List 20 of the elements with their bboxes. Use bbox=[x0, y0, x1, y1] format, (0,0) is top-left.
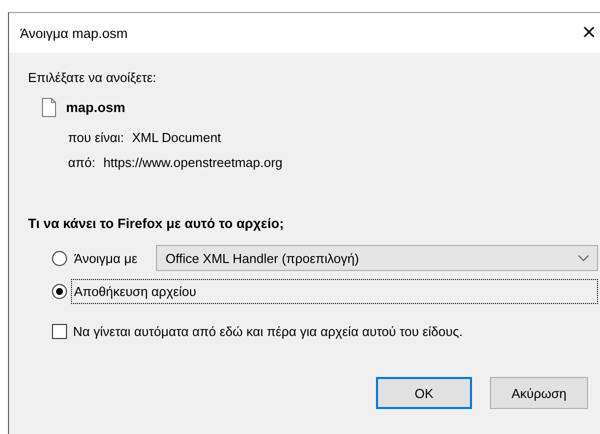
chevron-down-icon bbox=[578, 254, 589, 262]
file-icon bbox=[42, 98, 56, 117]
ok-button[interactable]: OK bbox=[376, 377, 472, 409]
intro-text: Επιλέξατε να ανοίξετε: bbox=[28, 70, 158, 85]
checkbox[interactable] bbox=[52, 324, 67, 339]
detail-value: https://www.openstreetmap.org bbox=[103, 155, 283, 170]
detail-label: που είναι: bbox=[68, 130, 124, 145]
radio-button[interactable] bbox=[52, 250, 67, 266]
cancel-button[interactable]: Ακύρωση bbox=[490, 377, 588, 409]
option-label[interactable]: Άνοιγμα με bbox=[71, 246, 140, 270]
close-button[interactable]: × bbox=[580, 21, 597, 45]
checkbox-label[interactable]: Να γίνεται αυτόματα από εδώ και πέρα για αρχεία αυτού του είδους. bbox=[73, 324, 463, 339]
option-label[interactable]: Αποθήκευση αρχείου bbox=[71, 279, 598, 304]
window-title: Άνοιγμα map.osm bbox=[20, 26, 128, 40]
detail-label: από: bbox=[68, 155, 96, 170]
detail-value: XML Document bbox=[132, 130, 222, 145]
file-name: map.osm bbox=[66, 100, 126, 115]
radio-button[interactable] bbox=[52, 284, 67, 299]
handler-dropdown[interactable]: Office XML Handler (προεπιλογή) bbox=[156, 245, 598, 271]
question-heading: Τι να κάνει το Firefox με αυτό το αρχείο; bbox=[28, 216, 285, 231]
